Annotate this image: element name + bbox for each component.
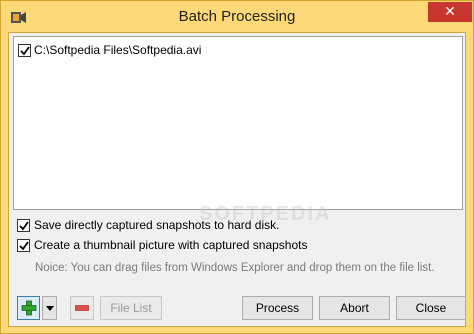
save-directly-option[interactable]: Save directly captured snapshots to hard… [17,217,279,233]
file-item-path: C:\Softpedia Files\Softpedia.avi [34,43,202,57]
red-minus-icon [75,305,89,311]
drag-drop-notice: Noice: You can drag files from Windows E… [35,262,435,274]
create-thumbnail-checkbox[interactable] [17,238,30,252]
checkmark-icon [20,45,30,55]
list-item[interactable]: C:\Softpedia Files\Softpedia.avi [18,42,201,58]
checkmark-icon [19,220,29,230]
batch-processing-window: Batch Processing ✕ C:\Softpedia Files\So… [0,0,474,334]
add-options-dropdown-button[interactable] [42,296,57,320]
window-title: Batch Processing [178,8,296,25]
triangle-down-icon [45,305,54,311]
title-bar[interactable]: Batch Processing ✕ [1,1,473,32]
create-thumbnail-label[interactable]: Create a thumbnail picture with captured… [34,238,308,252]
abort-button[interactable]: Abort [319,296,390,320]
remove-file-button[interactable] [70,296,94,320]
file-list-button[interactable]: File List [100,296,162,320]
save-directly-label[interactable]: Save directly captured snapshots to hard… [34,218,279,232]
process-button[interactable]: Process [242,296,313,320]
checkmark-icon [19,240,29,250]
close-button[interactable]: Close [396,296,466,320]
dialog-body: C:\Softpedia Files\Softpedia.avi SOFTPED… [8,32,466,327]
save-directly-checkbox[interactable] [17,218,30,232]
green-plus-icon [21,300,36,316]
add-files-button[interactable] [17,296,40,320]
window-close-button[interactable]: ✕ [428,2,472,22]
create-thumbnail-option[interactable]: Create a thumbnail picture with captured… [17,237,308,253]
file-list[interactable]: C:\Softpedia Files\Softpedia.avi [13,36,463,210]
file-item-checkbox[interactable] [18,43,31,57]
